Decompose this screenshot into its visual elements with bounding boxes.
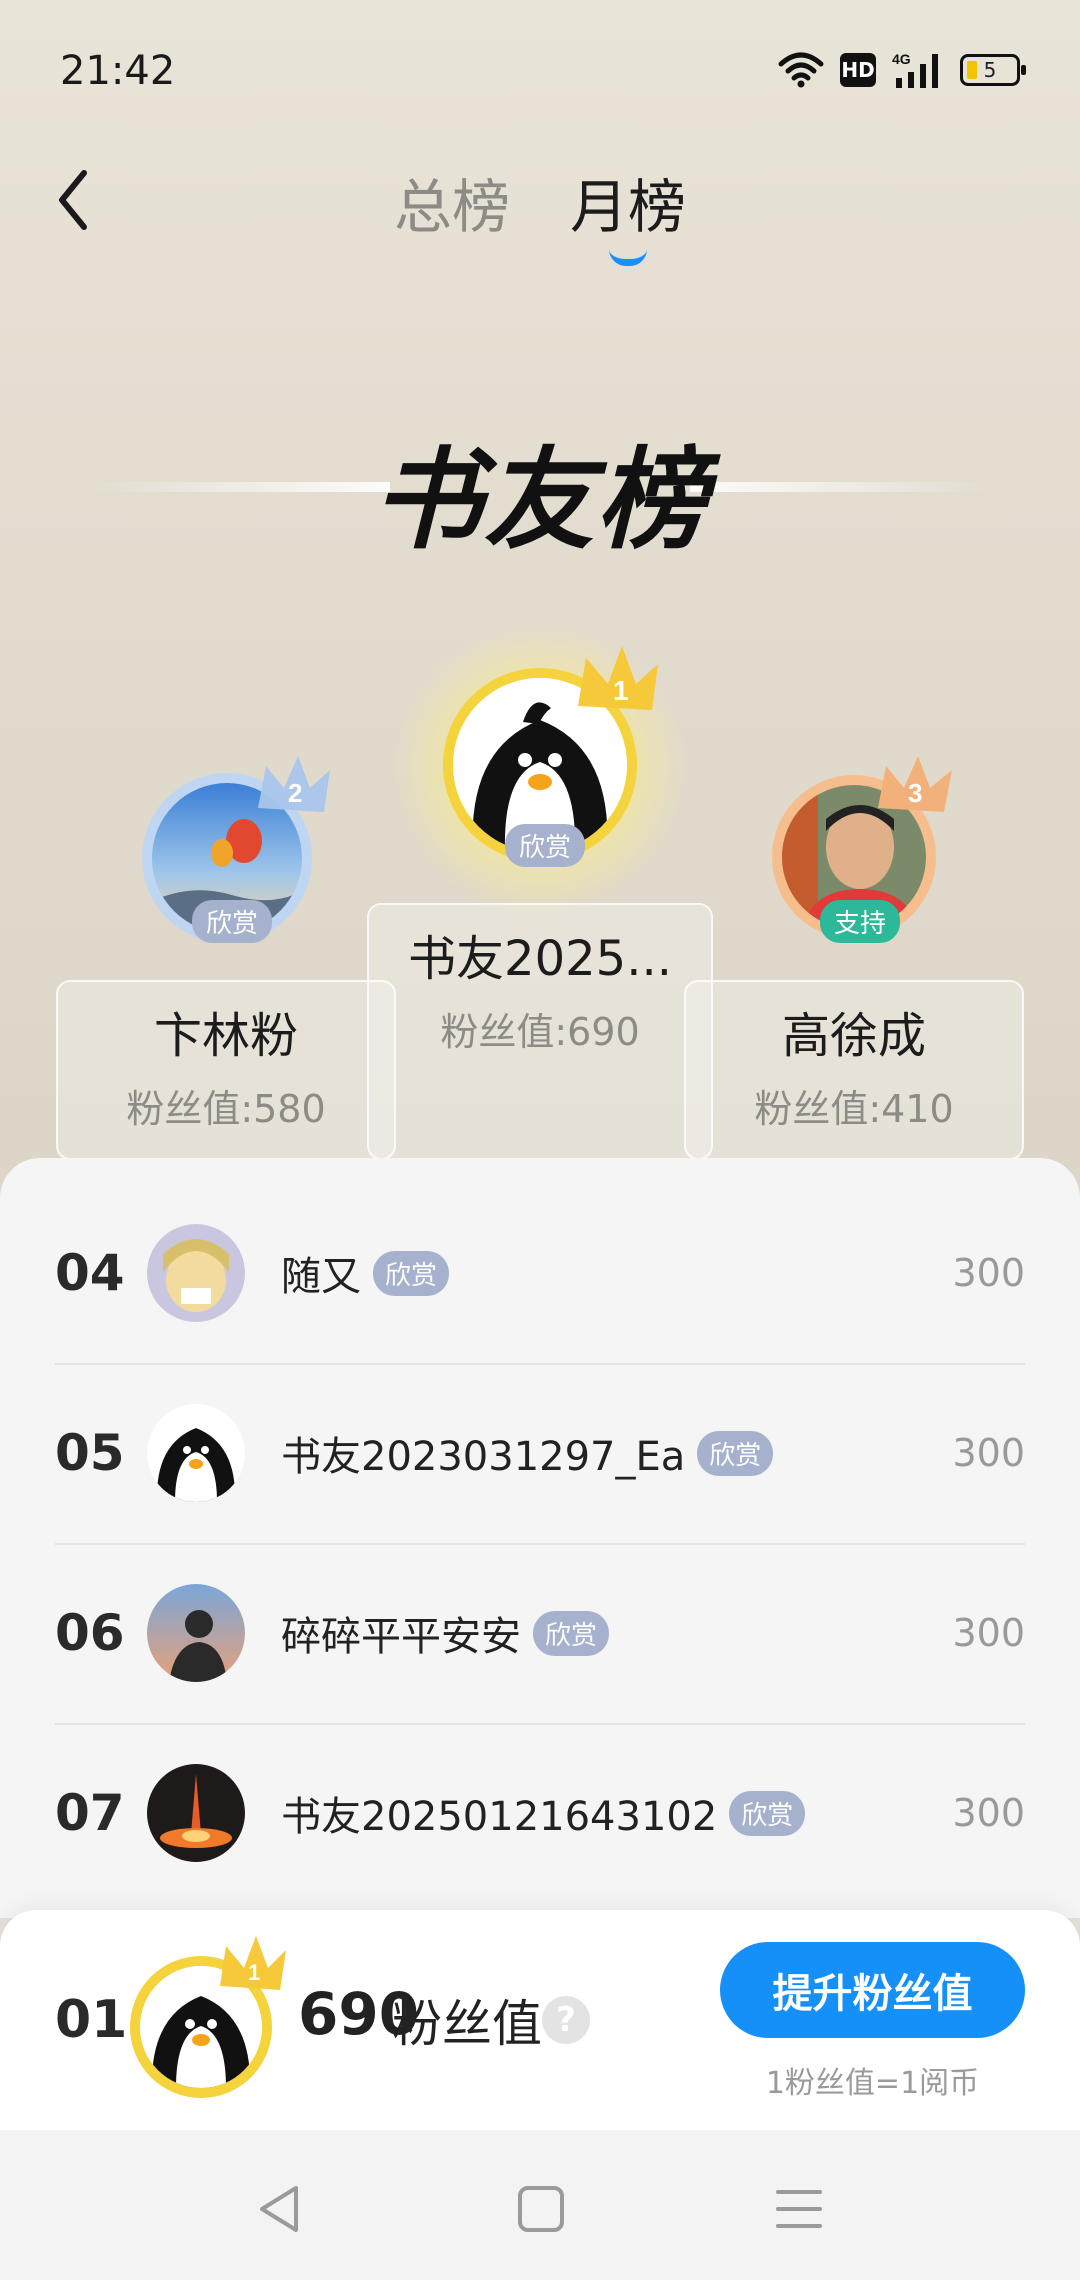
tab-overall[interactable]: 总榜 [394, 160, 510, 260]
firework-avatar[interactable] [147, 1764, 245, 1862]
nav-back-icon[interactable] [252, 2182, 306, 2236]
first-fans: 粉丝值:690 [440, 1010, 640, 1054]
first-tag: 欣赏 [505, 824, 586, 867]
my-crown-number: 1 [248, 1960, 260, 1985]
third-rank-number: 3 [908, 778, 922, 808]
first-rank-number: 1 [613, 675, 629, 706]
list-name: 书友20250121643102 [281, 1794, 718, 1840]
bronze-crown-icon: 3 [878, 756, 952, 812]
anime-avatar[interactable] [147, 1224, 245, 1322]
second-tag: 欣赏 [192, 900, 273, 943]
silver-crown-icon: 2 [258, 756, 330, 812]
help-icon[interactable]: ? [542, 1996, 590, 2044]
list-name: 随又 [281, 1254, 361, 1300]
battery-icon: 5 [960, 54, 1026, 86]
nav-home-icon[interactable] [514, 2182, 568, 2236]
list-tag: 欣赏 [373, 1250, 450, 1296]
third-fans: 粉丝值:410 [754, 1087, 954, 1131]
list-item[interactable]: 05 书友2023031297_Ea 欣赏 300 [55, 1363, 1025, 1543]
list-tag: 欣赏 [533, 1610, 610, 1656]
my-fan-unit: 粉丝值 [392, 1995, 542, 2053]
third-name: 高徐成 [781, 1008, 926, 1064]
boost-note: 1粉丝值=1阅币 [765, 2066, 980, 2101]
banner: 书友榜 [0, 420, 1080, 564]
list-score: 300 [952, 1791, 1025, 1835]
first-name: 书友2025... [408, 931, 672, 987]
banner-line-right [690, 482, 990, 492]
gold-crown-icon: 1 [578, 646, 658, 710]
battery-level: 5 [983, 58, 997, 82]
second-name: 卞林粉 [153, 1008, 298, 1064]
list-rank: 07 [55, 1784, 125, 1842]
system-nav-bar [0, 2130, 1080, 2280]
hd-badge: HD [840, 53, 876, 87]
list-rank: 05 [55, 1424, 125, 1482]
wifi-icon [778, 52, 824, 88]
list-tag: 欣赏 [729, 1790, 806, 1836]
signal-icon: 4G [892, 51, 938, 88]
second-place-card[interactable]: 卞林粉 粉丝值:580 [56, 980, 396, 1160]
boost-fan-value-button[interactable]: 提升粉丝值 [720, 1942, 1025, 2038]
penguin-avatar[interactable] [147, 1404, 245, 1502]
list-score: 300 [952, 1251, 1025, 1295]
third-tag: 支持 [820, 900, 901, 943]
banner-line-left [90, 482, 390, 492]
list-item[interactable]: 04 随又 欣赏 300 [55, 1183, 1025, 1363]
nav-menu-icon[interactable] [772, 2182, 826, 2236]
list-item[interactable]: 06 碎碎平平安安 欣赏 300 [55, 1543, 1025, 1723]
tab-bar: 总榜 月榜 [0, 160, 1080, 260]
silhouette-avatar[interactable] [147, 1584, 245, 1682]
my-rank-bar: 01 1 690 粉丝值 ? 提升粉丝值 1粉丝值=1阅币 [0, 1910, 1080, 2130]
second-fans: 粉丝值:580 [126, 1087, 326, 1131]
status-icons: HD 4G 5 [778, 50, 1026, 90]
tab-monthly[interactable]: 月榜 [570, 160, 686, 260]
banner-title: 书友榜 [372, 436, 708, 564]
list-rank: 06 [55, 1604, 125, 1662]
list-tag: 欣赏 [697, 1430, 774, 1476]
list-score: 300 [952, 1431, 1025, 1475]
my-rank: 01 [55, 1990, 128, 2050]
status-bar: 21:42 HD 4G 5 [0, 0, 1080, 140]
first-place-card[interactable]: 书友2025... 粉丝值:690 [367, 903, 713, 1160]
list-name: 书友2023031297_Ea [281, 1434, 686, 1480]
third-place-card[interactable]: 高徐成 粉丝值:410 [684, 980, 1024, 1160]
list-item[interactable]: 07 书友20250121643102 欣赏 300 [55, 1723, 1025, 1903]
list-score: 300 [952, 1611, 1025, 1655]
second-rank-number: 2 [288, 778, 302, 808]
svg-text:4G: 4G [892, 51, 911, 67]
list-rank: 04 [55, 1244, 125, 1302]
my-crown-icon: 1 [220, 1936, 286, 1990]
status-time: 21:42 [60, 48, 176, 94]
list-name: 碎碎平平安安 [281, 1614, 521, 1660]
